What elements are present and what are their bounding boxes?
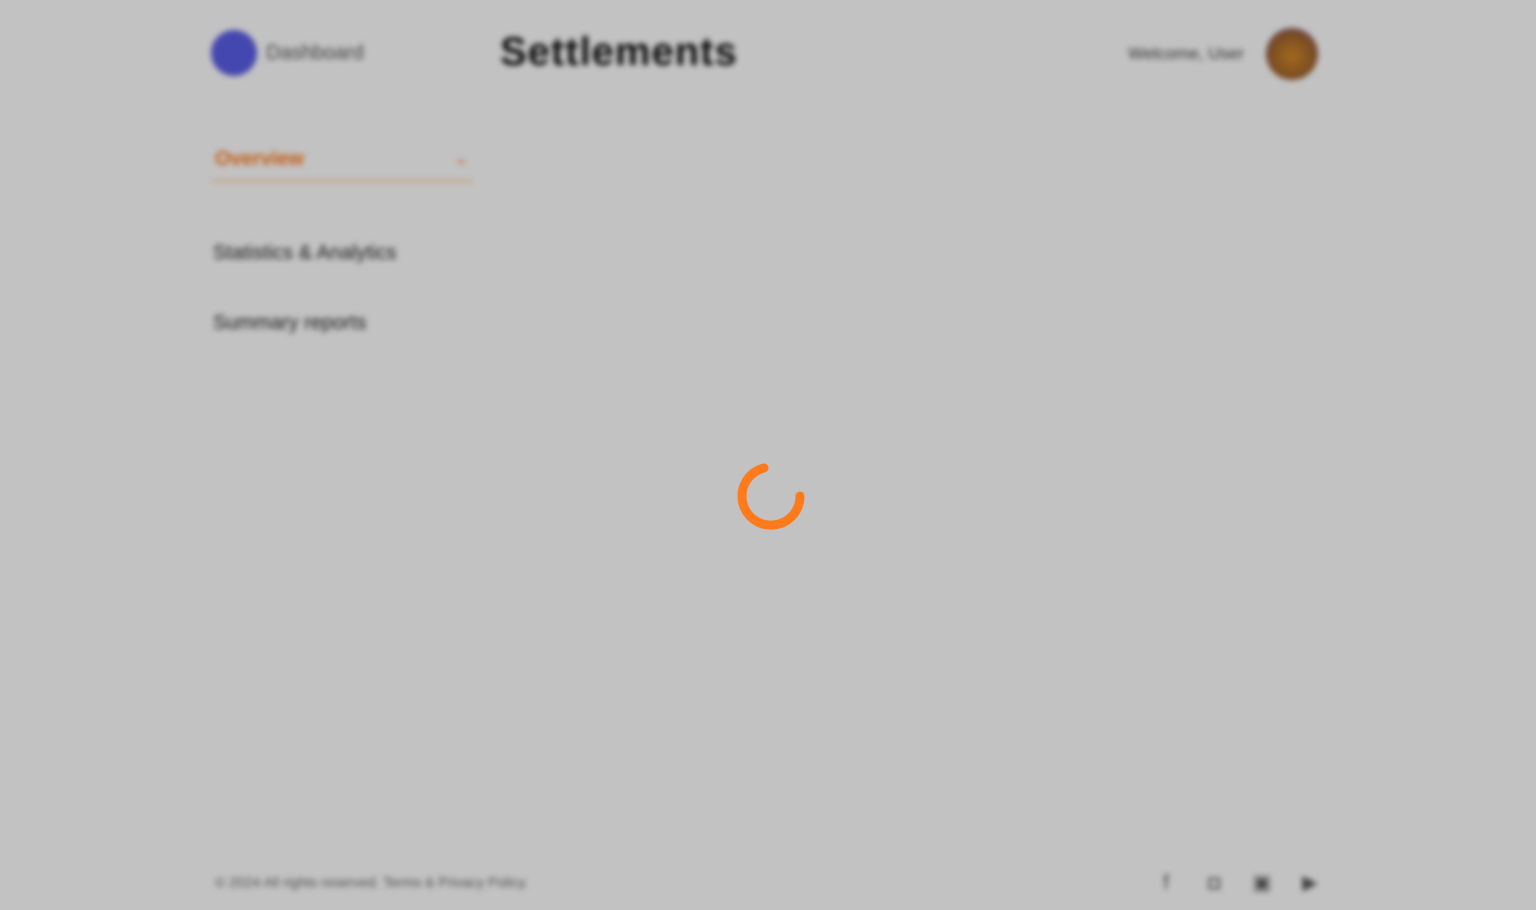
page: Dashboard Settlements Welcome, User Over… (0, 0, 1536, 910)
loading-spinner-icon (737, 463, 805, 530)
loading-overlay (0, 0, 1536, 910)
